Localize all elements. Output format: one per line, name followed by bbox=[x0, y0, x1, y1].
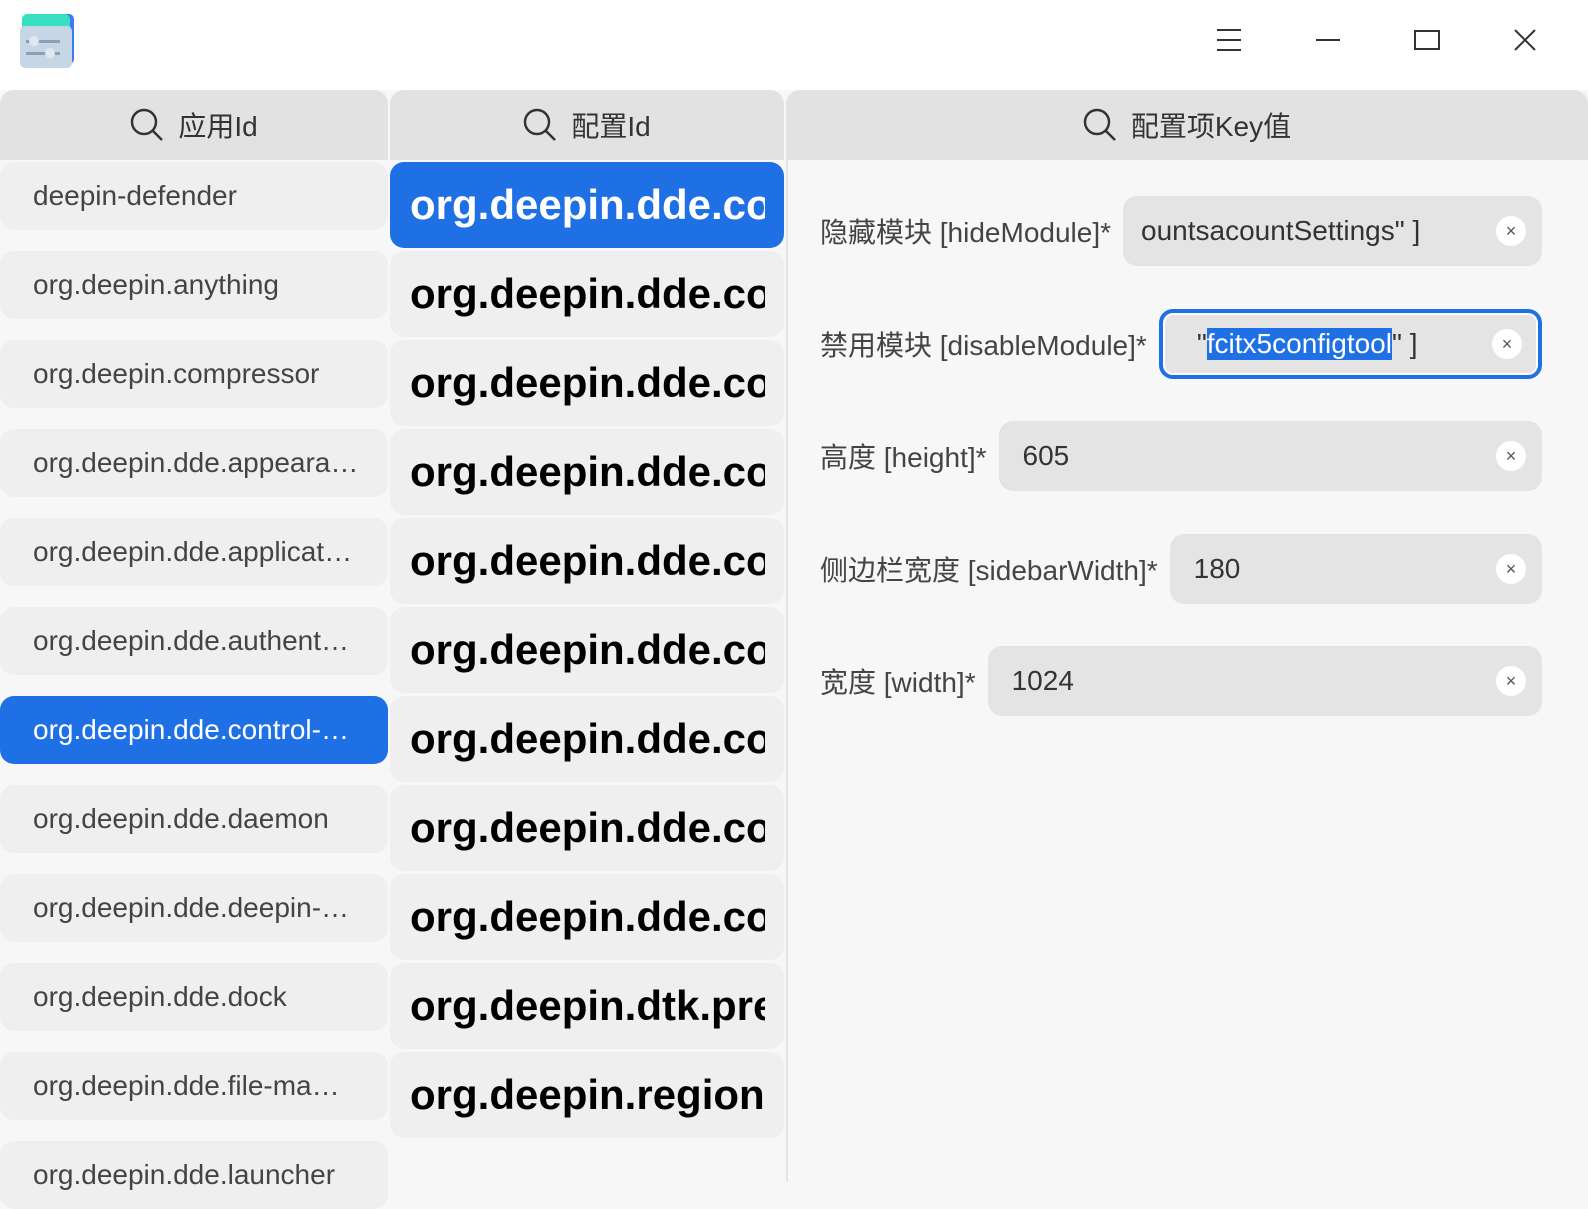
config-label: org.deepin.region-format bbox=[410, 1071, 765, 1118]
config-label: org.deepin.dde.control-center bbox=[410, 715, 765, 762]
minimize-icon bbox=[1316, 39, 1340, 41]
menu-button[interactable] bbox=[1209, 20, 1249, 60]
setting-label: 隐藏模块 [hideModule]* bbox=[820, 217, 1112, 248]
setting-label: 高度 [height]* bbox=[820, 442, 987, 473]
app-list-item[interactable]: org.deepin.anything bbox=[0, 251, 388, 319]
app-list-item[interactable]: org.deepin.dde.appeara… bbox=[0, 429, 388, 497]
config-label: org.deepin.dde.control-center bbox=[410, 359, 765, 406]
setting-row-sidebar-width: 侧边栏宽度 [sidebarWidth]* 180 × bbox=[820, 533, 1542, 605]
config-id-header-label: 配置Id bbox=[571, 111, 651, 142]
maximize-button[interactable] bbox=[1407, 20, 1447, 60]
minimize-button[interactable] bbox=[1308, 20, 1348, 60]
config-list-item[interactable]: org.deepin.dde.control-center bbox=[390, 429, 784, 515]
config-label: org.deepin.dde.control-center bbox=[410, 181, 765, 228]
field-value: 1024 bbox=[1011, 665, 1074, 696]
maximize-icon bbox=[1414, 30, 1440, 50]
config-list-item[interactable]: org.deepin.dde.control-center bbox=[390, 696, 784, 782]
config-list-item[interactable]: org.deepin.dtk.preference bbox=[390, 963, 784, 1049]
config-label: org.deepin.dde.control-center bbox=[410, 893, 765, 940]
clear-icon[interactable]: × bbox=[1492, 329, 1522, 359]
field-value: ountsacountSettings" ] bbox=[1141, 215, 1421, 246]
config-label: org.deepin.dde.control-center bbox=[410, 626, 765, 673]
selected-text: fcitx5configtool bbox=[1206, 328, 1392, 360]
app-list-item[interactable]: org.deepin.compressor bbox=[0, 340, 388, 408]
setting-row-height: 高度 [height]* 605 × bbox=[820, 420, 1542, 492]
app-list-item[interactable]: deepin-defender bbox=[0, 162, 388, 230]
clear-icon[interactable]: × bbox=[1496, 666, 1526, 696]
width-input[interactable]: 1024 × bbox=[987, 646, 1542, 716]
app-logo-icon bbox=[20, 14, 74, 68]
config-list-item[interactable]: org.deepin.dde.control-center bbox=[390, 874, 784, 960]
config-label: org.deepin.dde.control-center bbox=[410, 537, 765, 584]
config-label: org.deepin.dde.control-center bbox=[410, 270, 765, 317]
search-icon bbox=[131, 108, 164, 141]
field-prefix: " bbox=[1196, 328, 1207, 359]
config-label: org.deepin.dde.control-center bbox=[410, 804, 765, 851]
app-list-item[interactable]: org.deepin.dde.launcher bbox=[0, 1141, 388, 1209]
close-button[interactable] bbox=[1505, 20, 1545, 60]
app-list-item[interactable]: org.deepin.dde.daemon bbox=[0, 785, 388, 853]
clear-icon[interactable]: × bbox=[1496, 216, 1526, 246]
config-id-search[interactable]: 配置Id bbox=[390, 90, 784, 160]
config-label: org.deepin.dtk.preference bbox=[410, 982, 765, 1029]
setting-label: 禁用模块 [disableModule]* bbox=[820, 330, 1147, 361]
setting-row-disable-module: 禁用模块 [disableModule]* " fcitx5configtool "… bbox=[820, 308, 1542, 380]
key-search[interactable]: 配置项Key值 bbox=[786, 90, 1588, 160]
app-id-header-label: 应用Id bbox=[178, 111, 258, 142]
app-list-item[interactable]: org.deepin.dde.applicat… bbox=[0, 518, 388, 586]
config-list-item[interactable]: org.deepin.region-format bbox=[390, 1052, 784, 1138]
field-suffix: " ] bbox=[1391, 328, 1418, 359]
app-list-item[interactable]: org.deepin.dde.deepin-… bbox=[0, 874, 388, 942]
search-icon bbox=[1083, 108, 1116, 141]
close-icon bbox=[1514, 29, 1536, 51]
config-list-item[interactable]: org.deepin.dde.control-center bbox=[390, 340, 784, 426]
clear-icon[interactable]: × bbox=[1496, 441, 1526, 471]
search-icon bbox=[524, 108, 557, 141]
app-list-item[interactable]: org.deepin.dde.authent… bbox=[0, 607, 388, 675]
field-value: 605 bbox=[1022, 440, 1070, 471]
config-list-item[interactable]: org.deepin.dde.control-center bbox=[390, 607, 784, 693]
sidebar-width-input[interactable]: 180 × bbox=[1169, 534, 1542, 604]
app-list-item[interactable]: org.deepin.dde.control-… bbox=[0, 696, 388, 764]
setting-label: 宽度 [width]* bbox=[820, 667, 976, 698]
height-input[interactable]: 605 × bbox=[998, 421, 1542, 491]
clear-icon[interactable]: × bbox=[1496, 554, 1526, 584]
config-list-item[interactable]: org.deepin.dde.control-center bbox=[390, 518, 784, 604]
key-header-label: 配置项Key值 bbox=[1130, 111, 1292, 142]
setting-row-width: 宽度 [width]* 1024 × bbox=[820, 645, 1542, 717]
setting-row-hide-module: 隐藏模块 [hideModule]* ountsacountSettings" … bbox=[820, 195, 1542, 267]
hide-module-input[interactable]: ountsacountSettings" ] × bbox=[1123, 196, 1542, 266]
config-list-item[interactable]: org.deepin.dde.control-center bbox=[390, 785, 784, 871]
config-list-item[interactable]: org.deepin.dde.control-center bbox=[390, 251, 784, 337]
config-label: org.deepin.dde.control-center bbox=[410, 448, 765, 495]
title-bar bbox=[0, 0, 1588, 90]
config-list-item[interactable]: org.deepin.dde.control-center bbox=[390, 162, 784, 248]
menu-icon bbox=[1217, 29, 1241, 51]
disable-module-input[interactable]: " fcitx5configtool " ] × bbox=[1158, 309, 1542, 379]
settings-panel: 隐藏模块 [hideModule]* ountsacountSettings" … bbox=[786, 160, 1588, 1182]
app-list-item[interactable]: org.deepin.dde.dock bbox=[0, 963, 388, 1031]
app-id-search[interactable]: 应用Id bbox=[0, 90, 388, 160]
setting-label: 侧边栏宽度 [sidebarWidth]* bbox=[820, 555, 1158, 586]
field-value: 180 bbox=[1193, 553, 1241, 584]
app-list-item[interactable]: org.deepin.dde.file-ma… bbox=[0, 1052, 388, 1120]
